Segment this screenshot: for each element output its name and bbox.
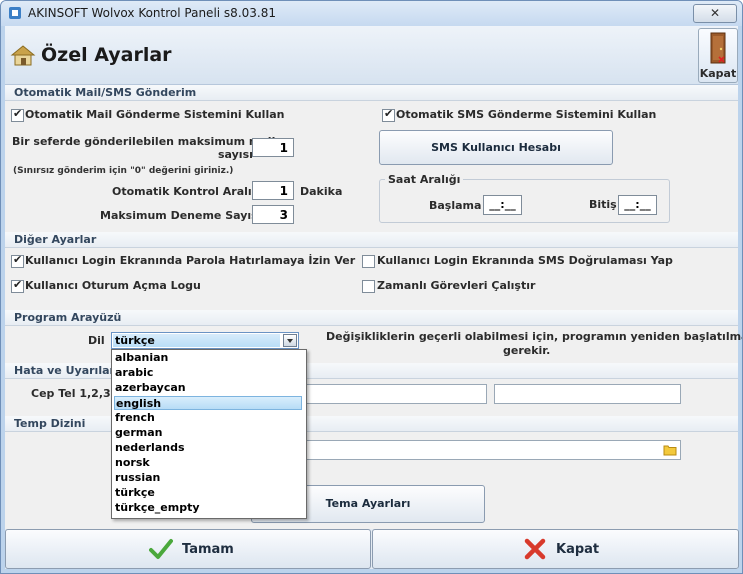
chevron-down-icon[interactable] <box>283 334 297 347</box>
max-mail-label-2: sayısı <box>218 148 253 161</box>
content-area: Özel Ayarlar Kapat Otomatik Mail/SMS Gön… <box>5 26 742 569</box>
interval-input[interactable]: 1 <box>252 181 294 200</box>
language-option[interactable]: german <box>114 426 303 440</box>
mail-system-label: Otomatik Mail Gönderme Sistemini Kullan <box>25 108 285 121</box>
max-try-input[interactable]: 3 <box>252 205 294 224</box>
unlimited-note: (Sınırsız gönderim için "0" değerini gir… <box>13 166 234 176</box>
max-mail-label: Bir seferde gönderilebilen maksimum mail <box>12 135 276 148</box>
ok-button[interactable]: Tamam <box>5 529 371 569</box>
close-icon: ✕ <box>709 6 721 20</box>
scheduled-tasks-checkbox[interactable] <box>362 280 375 293</box>
end-time-input[interactable]: __:__ <box>618 195 657 215</box>
scheduled-tasks-label: Zamanlı Görevleri Çalıştır <box>377 279 536 292</box>
section-ui-title: Program Arayüzü <box>14 311 122 324</box>
sms-verify-checkbox[interactable] <box>362 255 375 268</box>
ok-label: Tamam <box>182 542 234 557</box>
language-value: türkçe <box>113 334 280 347</box>
section-errors-title: Hata ve Uyarılar <box>14 364 115 377</box>
section-mail-sms-title: Otomatik Mail/SMS Gönderim <box>14 86 197 99</box>
session-log-label: Kullanıcı Oturum Açma Logu <box>25 279 201 292</box>
app-icon <box>9 7 21 19</box>
page-title: Özel Ayarlar <box>41 44 172 66</box>
language-dropdown-list[interactable]: albanian arabic azerbaycan english frenc… <box>111 349 307 519</box>
sms-system-checkbox[interactable] <box>382 107 395 122</box>
check-icon <box>149 539 173 559</box>
sms-verify-label: Kullanıcı Login Ekranında SMS Doğrulamas… <box>377 254 673 267</box>
restart-note: Değişikliklerin geçerli olabilmesi için,… <box>326 330 743 343</box>
remember-password-label: Kullanıcı Login Ekranında Parola Hatırla… <box>25 254 356 267</box>
header-close-button[interactable]: Kapat <box>698 28 738 83</box>
language-option[interactable]: türkçe <box>114 486 303 500</box>
language-option[interactable]: albanian <box>114 351 303 365</box>
sms-account-button[interactable]: SMS Kullanıcı Hesabı <box>379 130 613 165</box>
language-option[interactable]: norsk <box>114 456 303 470</box>
interval-unit: Dakika <box>300 185 343 198</box>
max-mail-input[interactable]: 1 <box>252 138 294 157</box>
footer-bar: Tamam Kapat <box>5 529 739 569</box>
page-header: Özel Ayarlar Kapat <box>5 26 738 85</box>
remember-password-checkbox[interactable] <box>11 253 24 268</box>
section-temp-title: Temp Dizini <box>14 417 86 430</box>
start-time-input[interactable]: __:__ <box>483 195 522 215</box>
main-window: AKINSOFT Wolvox Kontrol Paneli s8.03.81 … <box>0 0 743 574</box>
language-label: Dil <box>88 334 105 347</box>
session-log-checkbox[interactable] <box>11 278 24 293</box>
language-option[interactable]: russian <box>114 471 303 485</box>
settings-house-icon <box>10 45 36 66</box>
start-time-label: Başlama <box>429 199 482 212</box>
section-other: Diğer Ayarlar <box>5 232 738 248</box>
max-try-label: Maksimum Deneme Sayısı <box>100 209 262 222</box>
folder-icon[interactable] <box>663 444 677 456</box>
section-other-title: Diğer Ayarlar <box>14 233 97 246</box>
window-close-button[interactable]: ✕ <box>693 4 737 23</box>
time-range-title: Saat Aralığı <box>385 173 464 186</box>
title-bar[interactable]: AKINSOFT Wolvox Kontrol Paneli s8.03.81 … <box>1 1 742 26</box>
interval-label: Otomatik Kontrol Aralığı <box>112 185 264 198</box>
section-mail-sms: Otomatik Mail/SMS Gönderim <box>5 85 738 101</box>
cancel-button[interactable]: Kapat <box>372 529 739 569</box>
language-option[interactable]: azerbaycan <box>114 381 303 395</box>
door-exit-icon <box>710 32 726 64</box>
section-ui: Program Arayüzü <box>5 310 738 326</box>
phone-input-2[interactable] <box>494 384 681 404</box>
language-option-highlighted[interactable]: english <box>114 396 302 410</box>
end-time-label: Bitiş <box>589 198 617 211</box>
cancel-label: Kapat <box>556 542 600 557</box>
language-option[interactable]: arabic <box>114 366 303 380</box>
restart-note-2: gerekir. <box>503 344 551 357</box>
sms-system-label: Otomatik SMS Gönderme Sistemini Kullan <box>396 108 657 121</box>
window-title: AKINSOFT Wolvox Kontrol Paneli s8.03.81 <box>28 6 276 20</box>
language-select[interactable]: türkçe <box>111 332 299 349</box>
close-x-icon <box>524 538 546 560</box>
header-close-label: Kapat <box>699 67 737 80</box>
language-option[interactable]: türkçe_empty <box>114 501 303 515</box>
language-option[interactable]: french <box>114 411 303 425</box>
mail-system-checkbox[interactable] <box>11 107 24 122</box>
language-option[interactable]: nederlands <box>114 441 303 455</box>
phone-label: Cep Tel 1,2,3 <box>31 387 111 400</box>
